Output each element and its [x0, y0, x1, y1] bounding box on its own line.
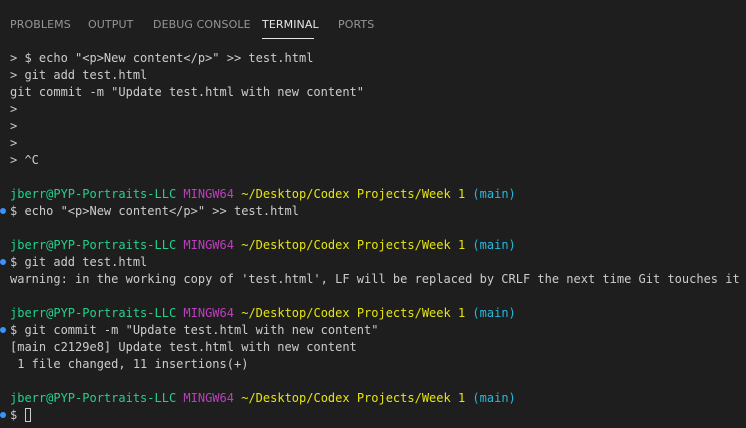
prompt-user: jberr@PYP-Portraits-LLC — [10, 187, 177, 201]
terminal-line: > — [10, 119, 18, 133]
terminal-output[interactable]: > $ echo "<p>New content</p>" >> test.ht… — [0, 50, 746, 428]
panel-tab-bar: PROBLEMS OUTPUT DEBUG CONSOLE TERMINAL P… — [0, 0, 746, 50]
command-line: $ echo "<p>New content</p>" >> test.html — [10, 204, 299, 218]
active-tab-indicator — [262, 38, 314, 39]
prompt-line: jberr@PYP-Portraits-LLC MINGW64 ~/Deskto… — [10, 186, 516, 203]
prompt-path: ~/Desktop/Codex Projects/Week 1 — [241, 391, 466, 405]
terminal-line: git commit -m "Update test.html with new… — [10, 85, 365, 99]
prompt-user: jberr@PYP-Portraits-LLC — [10, 238, 177, 252]
output-line: 1 file changed, 11 insertions(+) — [10, 357, 249, 371]
prompt-line: jberr@PYP-Portraits-LLC MINGW64 ~/Deskto… — [10, 390, 516, 407]
command-decoration-icon[interactable] — [0, 327, 6, 333]
command-line: $ git commit -m "Update test.html with n… — [10, 323, 379, 337]
terminal-line: > — [10, 136, 18, 150]
current-prompt: $ — [10, 408, 25, 422]
prompt-env: MINGW64 — [183, 391, 234, 405]
prompt-branch: (main) — [472, 238, 516, 252]
prompt-env: MINGW64 — [183, 238, 234, 252]
command-decoration-icon[interactable] — [0, 259, 6, 265]
prompt-path: ~/Desktop/Codex Projects/Week 1 — [241, 238, 466, 252]
output-line: warning: in the working copy of 'test.ht… — [10, 272, 740, 286]
terminal-line: > — [10, 102, 18, 116]
prompt-line: jberr@PYP-Portraits-LLC MINGW64 ~/Deskto… — [10, 237, 516, 254]
current-input-line[interactable]: $ — [10, 407, 32, 424]
terminal-line: > git add test.html — [10, 68, 148, 82]
prompt-env: MINGW64 — [183, 187, 234, 201]
prompt-path: ~/Desktop/Codex Projects/Week 1 — [241, 187, 466, 201]
command-line: $ git add test.html — [10, 255, 148, 269]
prompt-branch: (main) — [472, 391, 516, 405]
terminal-line: > ^C — [10, 153, 39, 167]
tab-problems[interactable]: PROBLEMS — [10, 18, 71, 31]
tab-output[interactable]: OUTPUT — [88, 18, 133, 31]
terminal-cursor — [25, 408, 32, 422]
prompt-user: jberr@PYP-Portraits-LLC — [10, 391, 177, 405]
tab-debug-console[interactable]: DEBUG CONSOLE — [153, 18, 251, 31]
prompt-branch: (main) — [472, 187, 516, 201]
terminal-line: > $ echo "<p>New content</p>" >> test.ht… — [10, 51, 314, 65]
prompt-user: jberr@PYP-Portraits-LLC — [10, 306, 177, 320]
output-line: [main c2129e8] Update test.html with new… — [10, 340, 357, 354]
tab-terminal[interactable]: TERMINAL — [262, 18, 319, 31]
prompt-path: ~/Desktop/Codex Projects/Week 1 — [241, 306, 466, 320]
prompt-branch: (main) — [472, 306, 516, 320]
command-decoration-icon[interactable] — [0, 412, 6, 418]
prompt-line: jberr@PYP-Portraits-LLC MINGW64 ~/Deskto… — [10, 305, 516, 322]
prompt-env: MINGW64 — [183, 306, 234, 320]
tab-ports[interactable]: PORTS — [338, 18, 374, 31]
command-decoration-icon[interactable] — [0, 208, 6, 214]
